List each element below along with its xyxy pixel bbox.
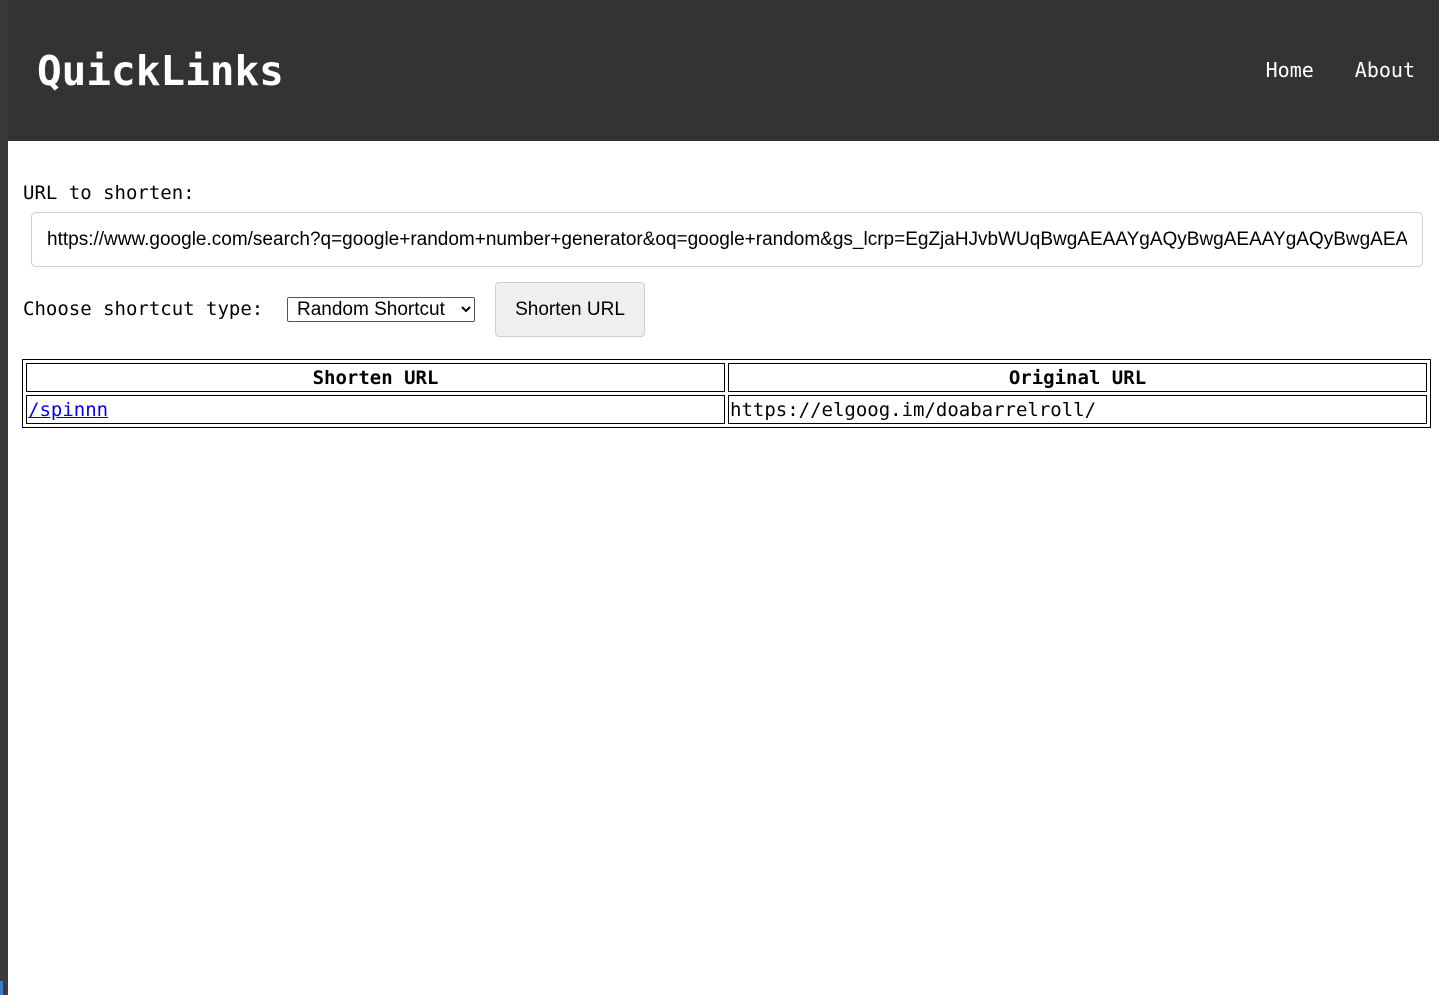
nav-about-link[interactable]: About <box>1355 56 1415 84</box>
shortcut-type-select[interactable]: Random Shortcut <box>287 297 475 322</box>
window-edge-accent <box>0 981 3 995</box>
brand-logo[interactable]: QuickLinks <box>37 44 284 98</box>
main-nav: Home About <box>1266 56 1415 84</box>
url-input-label: URL to shorten: <box>23 182 195 204</box>
links-table: Shorten URL Original URL /spinnn https:/… <box>22 359 1431 428</box>
window-left-edge <box>0 0 8 995</box>
url-input[interactable] <box>31 212 1423 267</box>
short-url-link[interactable]: /spinnn <box>28 399 108 421</box>
original-url-cell: https://elgoog.im/doabarrelroll/ <box>728 395 1427 424</box>
short-url-cell: /spinnn <box>26 395 725 424</box>
column-header-shorten-url: Shorten URL <box>26 363 725 392</box>
top-navbar: QuickLinks Home About <box>8 0 1439 141</box>
shortcut-type-label: Choose shortcut type: <box>23 298 264 320</box>
table-row: /spinnn https://elgoog.im/doabarrelroll/ <box>26 395 1427 424</box>
shorten-url-button[interactable]: Shorten URL <box>495 282 645 337</box>
table-header-row: Shorten URL Original URL <box>26 363 1427 392</box>
column-header-original-url: Original URL <box>728 363 1427 392</box>
nav-home-link[interactable]: Home <box>1266 56 1314 84</box>
